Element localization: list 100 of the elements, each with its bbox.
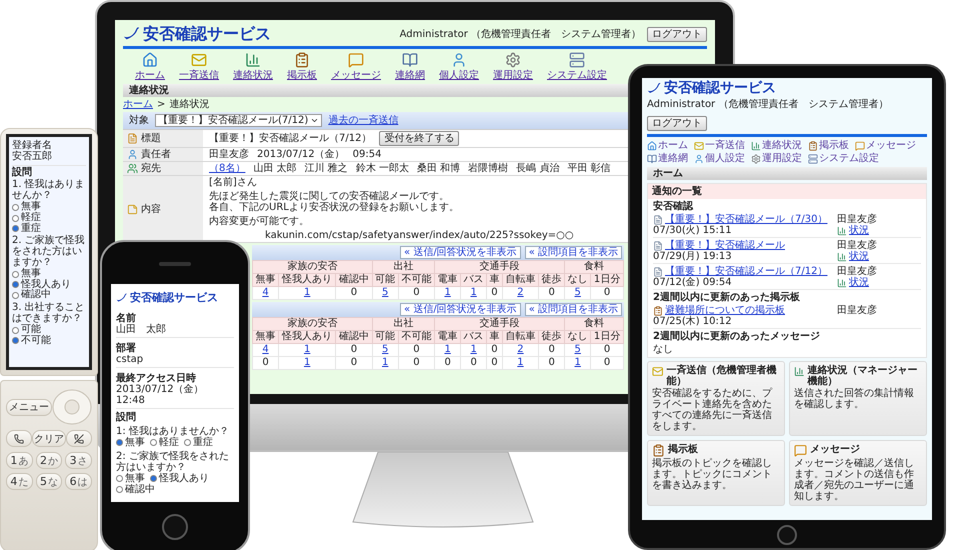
nav-item[interactable]: 掲示板: [808, 140, 849, 152]
panel-title: 通知の一覧: [648, 184, 926, 200]
nav-item[interactable]: 運用設定: [493, 52, 533, 81]
feature-card[interactable]: 連絡状況（マネージャー機能） 送信された回答の集計情報を確認します。: [789, 361, 927, 436]
card-text: 安否確認をするために、プライベート連絡先を含めたすべての連絡先に一斉送信をします。: [652, 388, 774, 432]
group-title: 2週間以内に更新のあったメッセージ: [653, 331, 821, 342]
option-label: 無事: [125, 473, 145, 484]
feature-card[interactable]: 掲示板 掲示板のトピックを確認します。トピックにコメントを書き込みます。: [647, 440, 785, 506]
column-header: 無事: [252, 330, 279, 344]
column-header: 確認中: [336, 274, 372, 286]
column-header: 1日分: [590, 274, 624, 286]
detail-label: 内容: [141, 204, 161, 214]
count-link[interactable]: 5: [574, 287, 581, 298]
option-label: 可能: [21, 324, 41, 335]
recipient-name: 長嶋 貞治: [516, 163, 560, 174]
toggle-button[interactable]: « 送信/回答状況を非表示: [400, 303, 521, 316]
nav-item[interactable]: 連絡状況: [751, 140, 802, 152]
field-value: 安否五郎: [12, 152, 53, 163]
group-header: 出社: [372, 318, 435, 330]
toggle-button[interactable]: « 設問項目を非表示: [524, 246, 622, 259]
group-header: 食料: [564, 318, 624, 330]
status-link[interactable]: 状況: [849, 277, 869, 288]
detail-label: 宛先: [141, 163, 161, 174]
count-link[interactable]: 1: [382, 357, 388, 368]
nav-item[interactable]: 連絡網: [647, 153, 688, 164]
count-link[interactable]: 1: [304, 287, 310, 298]
count-link[interactable]: 5: [382, 344, 388, 355]
recipient-count-link[interactable]: （8名）: [209, 163, 246, 174]
feature-card[interactable]: 一斉送信（危機管理者機能） 安否確認をするために、プライベート連絡先を含めたすべての連絡先に一斉送信をします。: [647, 361, 785, 436]
card-text: 掲示板のトピックを確認します。トピックにコメントを書き込みます。: [652, 458, 773, 492]
nav-item[interactable]: 連絡網: [395, 52, 425, 81]
key-kana: あ: [18, 454, 28, 468]
notice-date: 07/29(月) 19:13: [653, 251, 733, 262]
count-link[interactable]: 1: [470, 287, 477, 298]
option-label: 怪我人あり: [159, 473, 209, 484]
end-reception-button[interactable]: 受付を終了する: [379, 131, 460, 146]
logo-text: 安否確認サービス: [130, 292, 218, 304]
count-text: 0: [413, 287, 420, 298]
nav-item[interactable]: 一斉送信: [179, 52, 219, 81]
card-title: 一斉送信（危機管理者機能）: [666, 365, 778, 388]
toggle-button[interactable]: « 設問項目を非表示: [524, 303, 622, 316]
count-text: 0: [470, 357, 477, 368]
logout-button[interactable]: ログアウト: [647, 26, 707, 42]
nav-item[interactable]: 運用設定: [751, 153, 802, 164]
survey-title: 設問: [116, 412, 137, 424]
count-link[interactable]: 1: [304, 357, 310, 368]
option-label: 不可能: [21, 336, 51, 346]
count-link[interactable]: 1: [517, 357, 524, 368]
message-line: 内容変更が可能です。: [209, 216, 309, 227]
nav-item[interactable]: 一斉送信: [694, 140, 745, 152]
notice-link[interactable]: 【重要！】安否確認メール: [665, 240, 785, 252]
field-value: cstap: [116, 354, 144, 366]
count-link[interactable]: 1: [574, 357, 581, 368]
count-link[interactable]: 2: [517, 344, 524, 355]
nav-item[interactable]: 掲示板: [287, 52, 317, 81]
past-broadcasts-link[interactable]: 過去の一斉送信: [328, 115, 398, 126]
nav-item[interactable]: 連絡状況: [233, 52, 273, 81]
nav-item[interactable]: ホーム: [647, 140, 688, 152]
empty-text: なし: [653, 344, 674, 356]
key-kana: な: [48, 476, 58, 488]
card-text: 送信された回答の集計情報を確認します。: [794, 388, 915, 410]
count-link[interactable]: 2: [517, 287, 524, 298]
count-link[interactable]: 4: [262, 287, 269, 298]
nav-item[interactable]: システム設定: [547, 52, 607, 81]
nav-item[interactable]: 個人設定: [694, 153, 745, 164]
nav-item[interactable]: メッセージ: [855, 140, 916, 152]
notice-link[interactable]: 【重要！】安否確認メール（7/30）: [665, 214, 828, 226]
status-link[interactable]: 状況: [849, 225, 869, 236]
feature-card[interactable]: メッセージ メッセージを確認／送信します。コメントの送信も作成者／宛先のユーザーに通知します。: [789, 440, 927, 506]
count-link[interactable]: 1: [304, 344, 310, 355]
count-link[interactable]: 1: [444, 344, 451, 355]
count-link[interactable]: 1: [444, 287, 451, 298]
breadcrumb-link[interactable]: ホーム: [123, 99, 153, 110]
count-link[interactable]: 5: [382, 287, 388, 298]
nav-item[interactable]: 個人設定: [439, 52, 479, 81]
logout-button[interactable]: ログアウト: [647, 116, 707, 132]
toggle-button[interactable]: « 送信/回答状況を非表示: [400, 246, 521, 259]
nav-item[interactable]: システム設定: [808, 153, 879, 164]
target-select[interactable]: 【重要！】安否確認メール(7/12): [155, 114, 322, 127]
recipient-name: 平田 彰信: [567, 163, 610, 174]
count-text: 0: [444, 357, 451, 368]
count-link[interactable]: 4: [262, 344, 269, 355]
notice-link[interactable]: 【重要！】安否確認メール（7/12）: [665, 266, 828, 278]
survey-title: 設問: [12, 168, 33, 178]
count-text: 0: [491, 344, 498, 355]
count-text: 0: [548, 287, 555, 298]
message-line: 各自、下記のURLより安否状況の登録をお願いします。: [209, 202, 459, 213]
column-header: 無事: [252, 274, 279, 286]
count-text: 0: [350, 344, 358, 355]
count-text: 0: [413, 344, 420, 355]
key-kana: さ: [78, 454, 88, 468]
nav-item[interactable]: ホーム: [135, 52, 165, 81]
notice-link[interactable]: 避難場所についての掲示板: [665, 305, 785, 316]
count-link[interactable]: 1: [470, 344, 477, 355]
status-link[interactable]: 状況: [849, 251, 869, 262]
group-header: 交通手段: [434, 260, 565, 274]
group-header: 交通手段: [434, 318, 565, 330]
nav-item[interactable]: メッセージ: [331, 52, 381, 81]
count-link[interactable]: 5: [574, 344, 581, 355]
key-kana: か: [48, 454, 58, 468]
